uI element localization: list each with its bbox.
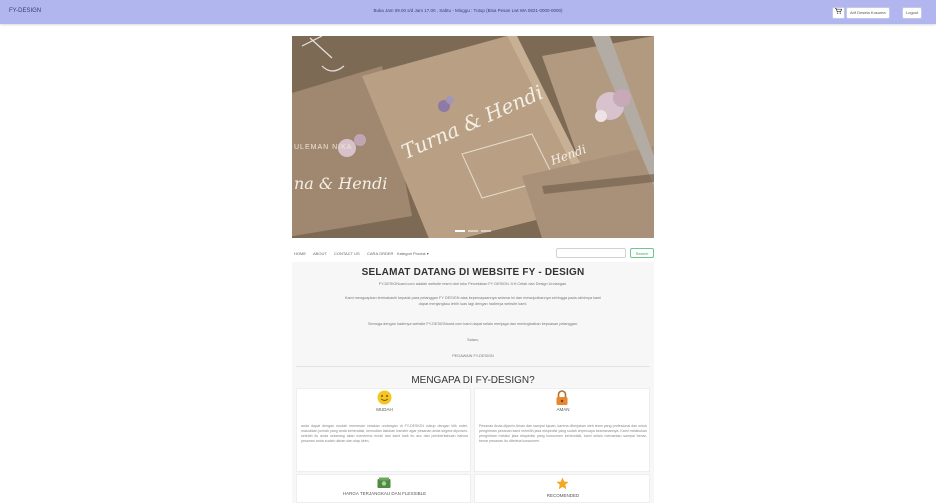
- nav-kategori-produk[interactable]: Kategori Produk ▾: [397, 251, 429, 256]
- welcome-paragraph: Kami menguapkan terimakasih kepada para …: [344, 296, 602, 300]
- hero-carousel[interactable]: Turna & Hendi na & Hendi Hendi ULEMAN NI…: [292, 36, 654, 238]
- welcome-paragraph: Semoga dengan hadirnya website FY-DESIGN…: [367, 322, 579, 326]
- wedding-invitation-photo: [292, 36, 654, 238]
- nav-about[interactable]: ABOUT: [313, 251, 327, 256]
- welcome-paragraph: dapat menjangkau lebih luas lagi dengan …: [418, 302, 528, 306]
- cart-icon: [835, 8, 843, 16]
- nav-contact[interactable]: CONTACT US: [334, 251, 360, 256]
- divider: [296, 366, 650, 367]
- search-button[interactable]: Search: [630, 248, 654, 258]
- carousel-dot[interactable]: [468, 230, 478, 232]
- account-button[interactable]: Arif Deseta Kosuma: [846, 7, 890, 19]
- feature-aman: AMAN Pesanan Anda dijamin Aman dan sampa…: [474, 388, 650, 472]
- logout-button[interactable]: Logout: [902, 7, 923, 19]
- nav-cara-order[interactable]: CARA ORDER: [367, 251, 393, 256]
- feature-title: AMAN: [556, 407, 570, 412]
- feature-title: MUDAH: [376, 407, 393, 412]
- why-title: MENGAPA DI FY-DESIGN?: [411, 375, 535, 386]
- welcome-salam: Salam,: [467, 338, 479, 342]
- hero-text-left: na & Hendi: [294, 174, 388, 193]
- carousel-indicators: [455, 230, 495, 233]
- feature-text: Pesanan Anda dijamin Aman dan sampai tuj…: [479, 424, 647, 443]
- feature-mudah: MUDAH anda dapat dengan mudah memesan ce…: [296, 388, 471, 472]
- feature-text: anda dapat dengan mudah memesan cetakan …: [301, 424, 468, 443]
- top-navbar: FY-DESIGN Buka Jam 09.00 s/d Jam 17.00 ,…: [0, 0, 936, 24]
- cart-button[interactable]: [832, 7, 845, 19]
- feature-harga: HARGA TERJANGKAU DAN FLEXSIBLE: [296, 474, 471, 503]
- feature-title: RECOMENDED: [546, 493, 580, 498]
- hero-text-top: ULEMAN NIKA: [294, 144, 353, 151]
- opening-hours-text: Buka Jam 09.00 s/d Jam 17.00 , Sabtu - M…: [373, 8, 563, 13]
- welcome-title: SELAMAT DATANG DI WEBSITE FY - DESIGN: [361, 267, 585, 278]
- feature-recomended: RECOMENDED: [474, 474, 650, 503]
- feature-title: HARGA TERJANGKAU DAN FLEXSIBLE: [342, 491, 427, 496]
- welcome-paragraph: FY-DESIGNcard.com adalah website resmi d…: [378, 282, 568, 286]
- welcome-signature: PEGAWAIN FY-DESIGN: [452, 354, 494, 358]
- nav-home[interactable]: HOME: [294, 251, 306, 256]
- carousel-dot[interactable]: [481, 230, 491, 232]
- carousel-dot[interactable]: [455, 230, 465, 232]
- search-input[interactable]: [556, 248, 626, 258]
